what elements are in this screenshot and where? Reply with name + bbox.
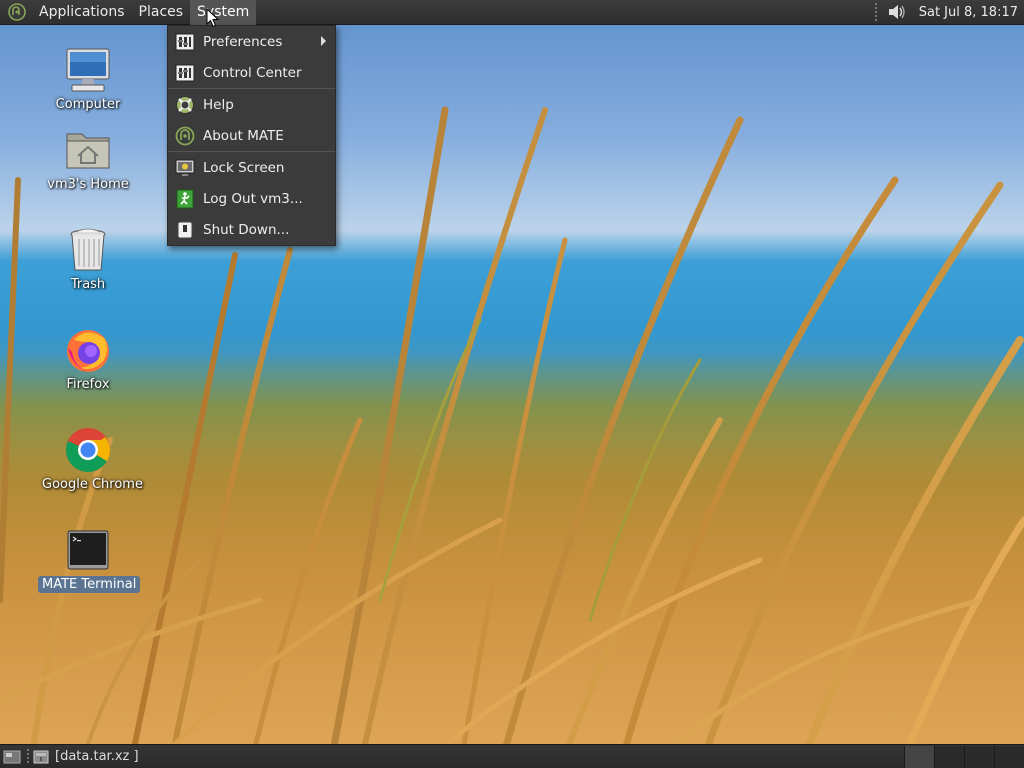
menu-item-label: Log Out vm3... (203, 190, 303, 207)
desktop-icon-label: Google Chrome (42, 477, 143, 492)
menu-item-help[interactable]: Help (168, 89, 335, 120)
terminal-icon (67, 530, 109, 570)
desktop-icon-label: MATE Terminal (38, 576, 141, 593)
menu-item-label: Control Center (203, 64, 302, 81)
computer-icon (66, 48, 110, 92)
panel-tray: Sat Jul 8, 18:17 (874, 0, 1024, 25)
desktop-icon-label: Computer (55, 97, 121, 112)
workspace-4[interactable] (994, 745, 1024, 768)
shutdown-icon (175, 220, 195, 240)
desktop-icon-terminal[interactable]: MATE Terminal (38, 526, 141, 593)
desktop-icon-trash[interactable]: Trash (38, 226, 138, 293)
desktop-icon-label: Trash (70, 277, 106, 292)
workspace-3[interactable] (964, 745, 994, 768)
places-menu[interactable]: Places (132, 0, 191, 25)
mate-logo-icon (175, 126, 195, 146)
archive-manager-icon (33, 750, 49, 763)
menu-item-label: Lock Screen (203, 159, 285, 176)
firefox-icon (67, 330, 109, 372)
menu-item-lock-screen[interactable]: Lock Screen (168, 152, 335, 183)
mouse-pointer-icon (206, 8, 220, 28)
panel-grip[interactable] (27, 748, 29, 765)
desktop-icon-chrome[interactable]: Google Chrome (38, 426, 143, 493)
workspace-2[interactable] (934, 745, 964, 768)
control-center-icon (175, 63, 195, 83)
menu-item-label: About MATE (203, 127, 284, 144)
taskbar-button-label: [data.tar.xz ] (55, 749, 139, 764)
desktop-icon-home[interactable]: vm3's Home (38, 126, 138, 193)
menu-item-label: Preferences (203, 33, 283, 50)
submenu-arrow-icon (321, 36, 326, 46)
lock-screen-icon (175, 158, 195, 178)
taskbar-button[interactable]: [data.tar.xz ] (33, 747, 139, 767)
desktop-icon-firefox[interactable]: Firefox (38, 326, 138, 393)
chrome-icon (66, 428, 110, 472)
desktop-icon-label: vm3's Home (47, 177, 129, 192)
menu-item-label: Shut Down... (203, 221, 290, 238)
home-folder-icon (66, 133, 110, 169)
menu-item-control-center[interactable]: Control Center (168, 57, 335, 89)
panel-separator (874, 3, 877, 21)
help-lifebuoy-icon (175, 95, 195, 115)
desktop-wallpaper (0, 0, 1024, 768)
menu-item-shut-down[interactable]: Shut Down... (168, 214, 335, 245)
workspace-switcher (904, 745, 1024, 768)
speaker-icon[interactable] (887, 3, 907, 21)
top-panel: Applications Places System Sat Jul 8, 18… (0, 0, 1024, 25)
menu-item-about-mate[interactable]: About MATE (168, 120, 335, 152)
clock[interactable]: Sat Jul 8, 18:17 (919, 5, 1018, 20)
show-desktop-icon[interactable] (3, 749, 21, 765)
desktop-icon-computer[interactable]: Computer (38, 46, 138, 113)
system-menu-button[interactable]: System (190, 0, 257, 25)
bottom-panel: [data.tar.xz ] (0, 744, 1024, 768)
menu-item-label: Help (203, 96, 234, 113)
desktop-icon-label: Firefox (66, 377, 110, 392)
trash-icon (70, 228, 106, 271)
workspace-1[interactable] (904, 745, 934, 768)
logout-icon (175, 189, 195, 209)
mate-menu-logo-icon[interactable] (8, 3, 26, 21)
menu-item-log-out[interactable]: Log Out vm3... (168, 183, 335, 214)
menu-item-preferences[interactable]: Preferences (168, 26, 335, 57)
applications-menu[interactable]: Applications (32, 0, 132, 25)
preferences-icon (175, 32, 195, 52)
system-dropdown-menu: Preferences Control Center Help About MA… (167, 25, 336, 246)
